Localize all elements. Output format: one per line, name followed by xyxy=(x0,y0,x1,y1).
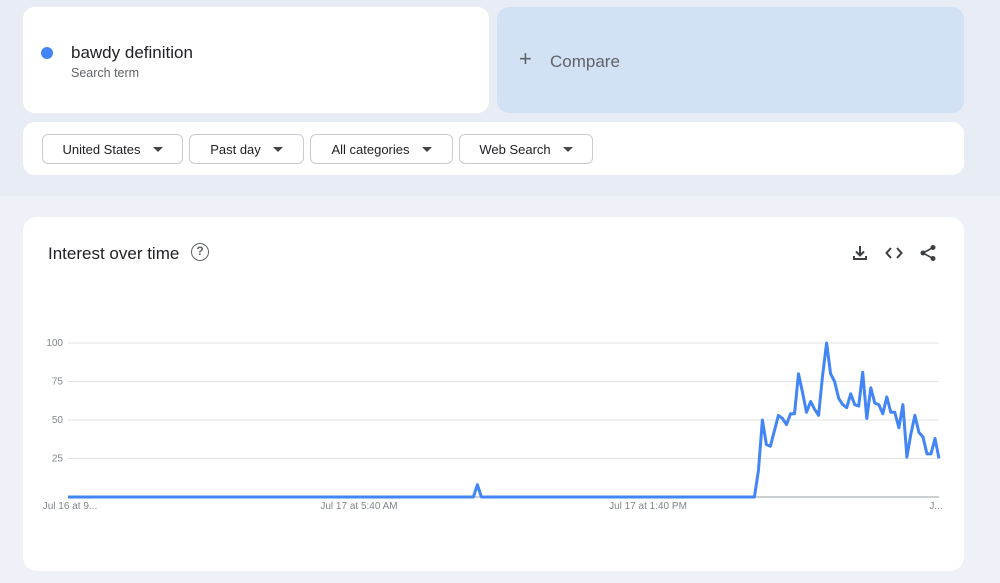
panel-title: Interest over time xyxy=(48,244,180,263)
search-term-sublabel: Search term xyxy=(71,66,140,80)
compare-button[interactable]: + Compare xyxy=(497,7,964,113)
share-icon[interactable] xyxy=(918,243,938,263)
y-tick-label: 25 xyxy=(52,454,64,465)
chevron-down-icon xyxy=(272,146,283,152)
filter-search-type-dropdown[interactable]: Web Search xyxy=(459,134,593,164)
filters-bar: United States Past day All categories We… xyxy=(23,122,964,175)
search-term-card[interactable]: bawdy definition Search term xyxy=(23,7,489,113)
interest-over-time-panel: 25 50 75 100 Jul 16 at 9... Jul 17 at 5:40 AM… xyxy=(23,217,964,571)
plus-icon: + xyxy=(519,46,532,71)
y-tick-label: 75 xyxy=(52,377,64,388)
term-color-dot xyxy=(41,47,53,59)
interest-line-chart: 25 50 75 100 Jul 16 at 9... Jul 17 at 5:40 AM… xyxy=(43,338,943,512)
x-tick-label: J... xyxy=(929,501,942,512)
embed-code-icon[interactable] xyxy=(884,243,904,263)
help-circle-icon[interactable]: ? xyxy=(191,243,209,261)
filter-region-label: United States xyxy=(62,141,141,157)
filter-search-type-label: Web Search xyxy=(479,141,551,157)
filter-time-label: Past day xyxy=(210,141,261,157)
search-term-name[interactable]: bawdy definition xyxy=(71,43,193,63)
x-tick-label: Jul 17 at 5:40 AM xyxy=(320,501,397,512)
x-tick-label: Jul 17 at 1:40 PM xyxy=(609,501,687,512)
y-tick-label: 50 xyxy=(52,415,64,426)
x-tick-label: Jul 16 at 9... xyxy=(43,501,97,512)
chevron-down-icon xyxy=(562,146,573,152)
filter-time-dropdown[interactable]: Past day xyxy=(189,134,304,164)
chevron-down-icon xyxy=(421,146,432,152)
compare-label: Compare xyxy=(550,52,620,71)
download-icon[interactable] xyxy=(850,243,870,263)
filter-category-dropdown[interactable]: All categories xyxy=(310,134,453,164)
chevron-down-icon xyxy=(152,146,163,152)
filter-category-label: All categories xyxy=(331,141,410,157)
filter-region-dropdown[interactable]: United States xyxy=(42,134,183,164)
y-tick-label: 100 xyxy=(46,338,63,349)
